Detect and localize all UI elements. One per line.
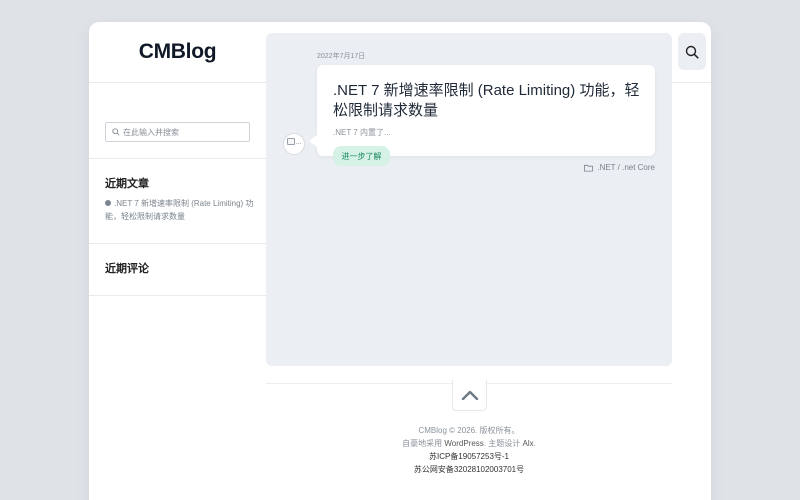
wordpress-link[interactable]: WordPress bbox=[444, 439, 483, 448]
post-excerpt: .NET 7 内置了... bbox=[333, 128, 391, 137]
circle-bullet-icon bbox=[105, 200, 111, 206]
divider bbox=[89, 158, 266, 159]
recent-posts-heading: 近期文章 bbox=[105, 178, 149, 190]
search-icon bbox=[685, 45, 699, 59]
page-card: CMBlog 近期文章 .NET 7 新增速率限制 (Rate Limiting… bbox=[89, 22, 711, 500]
sidebar: CMBlog 近期文章 .NET 7 新增速率限制 (Rate Limiting… bbox=[89, 22, 266, 500]
theme-suffix: . bbox=[533, 439, 536, 448]
theme-author-link[interactable]: Alx bbox=[522, 439, 533, 448]
divider bbox=[89, 82, 266, 83]
broken-image-icon bbox=[287, 138, 295, 145]
search-icon bbox=[112, 128, 120, 136]
post-category[interactable]: .NET / .net Core bbox=[584, 163, 655, 172]
folder-icon bbox=[584, 164, 594, 172]
chevron-up-icon bbox=[461, 390, 478, 400]
author-avatar: ... bbox=[283, 133, 305, 155]
divider bbox=[672, 82, 711, 83]
search-toggle-button[interactable] bbox=[678, 33, 706, 70]
post-card: .NET 7 新增速率限制 (Rate Limiting) 功能，轻松限制请求数… bbox=[309, 65, 655, 156]
police-record-link[interactable]: 苏公网安备32028102003701号 bbox=[266, 463, 672, 476]
category-link[interactable]: .NET / .net Core bbox=[597, 163, 655, 172]
powered-by-line: 自豪地采用 WordPress. 主题设计 Alx. bbox=[266, 437, 672, 450]
divider bbox=[89, 295, 266, 296]
site-footer: CMBlog © 2026. 版权所有。 自豪地采用 WordPress. 主题… bbox=[266, 424, 672, 476]
search-input[interactable] bbox=[123, 127, 243, 137]
theme-prefix: . 主题设计 bbox=[483, 439, 523, 448]
post-list-panel: 2022年7月17日 .NET 7 新增速率限制 (Rate Limiting)… bbox=[266, 33, 672, 366]
divider bbox=[89, 243, 266, 244]
site-logo[interactable]: CMBlog bbox=[89, 40, 266, 64]
post-date: 2022年7月17日 bbox=[317, 53, 366, 60]
post-title[interactable]: .NET 7 新增速率限制 (Rate Limiting) 功能，轻松限制请求数… bbox=[333, 81, 643, 121]
powered-prefix: 自豪地采用 bbox=[402, 439, 445, 448]
recent-post-item[interactable]: .NET 7 新增速率限制 (Rate Limiting) 功能，轻松限制请求数… bbox=[105, 197, 255, 223]
copyright-text: CMBlog © 2026. 版权所有。 bbox=[418, 426, 520, 435]
avatar-alt-text: ... bbox=[296, 140, 302, 146]
recent-comments-heading: 近期评论 bbox=[105, 263, 149, 275]
back-to-top-button[interactable] bbox=[452, 380, 487, 411]
search-field[interactable] bbox=[105, 122, 250, 142]
icp-license-link[interactable]: 苏ICP备19057253号-1 bbox=[266, 450, 672, 463]
recent-post-link[interactable]: .NET 7 新增速率限制 (Rate Limiting) 功能，轻松限制请求数… bbox=[105, 199, 253, 221]
read-more-button[interactable]: 进一步了解 bbox=[333, 146, 390, 166]
